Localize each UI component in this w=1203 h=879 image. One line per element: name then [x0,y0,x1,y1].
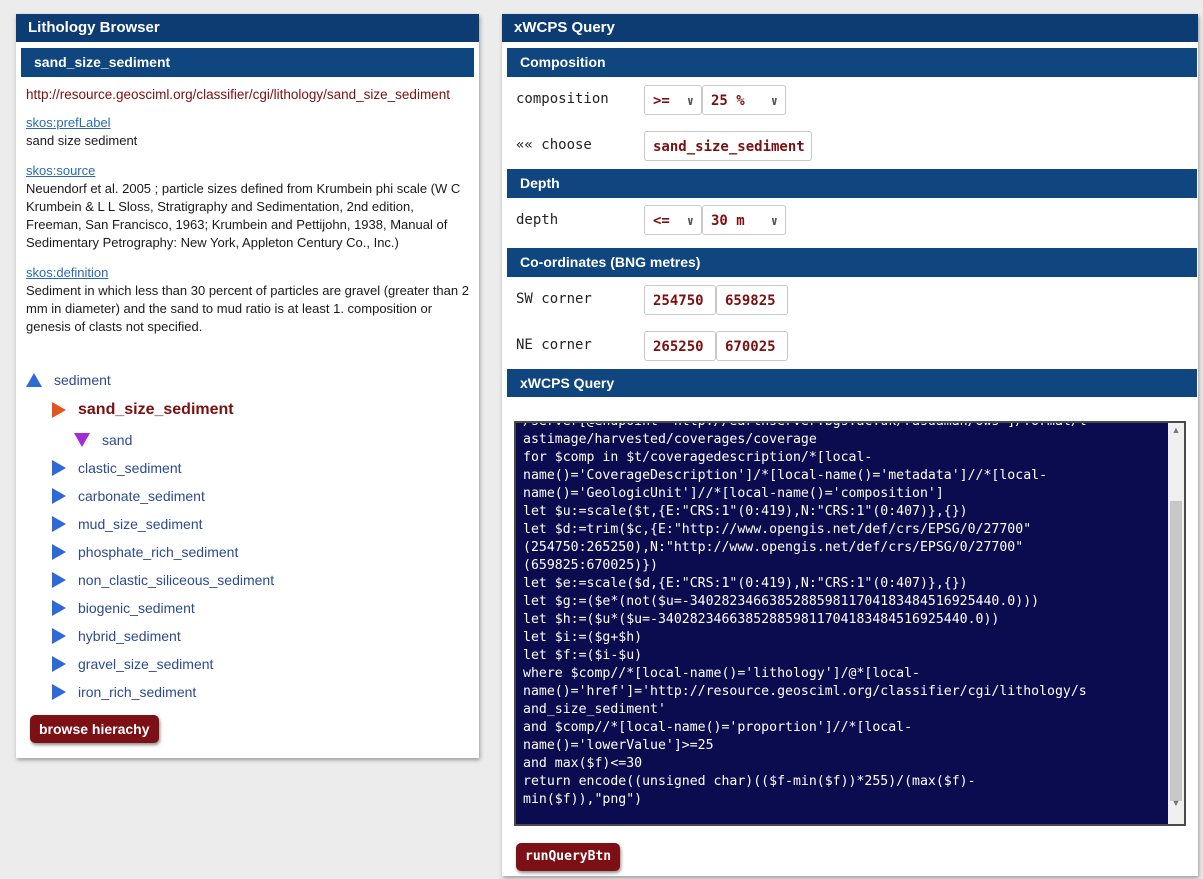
chevron-down-icon: ∨ [770,214,778,228]
triangle-right-icon [52,628,66,644]
code-scrollbar[interactable]: ▲ ▼ [1168,423,1184,824]
tree-node-sibling[interactable]: phosphate_rich_sediment [24,538,464,566]
lithology-tree: sediment sand_size_sediment sand clastic… [24,366,464,706]
ne-northing-field[interactable]: 670025 [716,331,788,361]
triangle-right-icon [52,460,66,476]
tree-node-label: sand_size_sediment [78,401,234,418]
xwcps-query-code: /server[@endpoint='http://earthserver.bg… [523,421,1087,807]
choose-label[interactable]: «« choose [516,137,592,153]
tree-node-sibling[interactable]: non_clastic_siliceous_sediment [24,566,464,594]
tree-node-label: iron_rich_sediment [78,684,197,700]
depth-section-header: Depth [507,169,1197,198]
selected-lithology-header: sand_size_sediment [21,48,474,77]
depth-row: depth <= ∨ 30 m ∨ [502,198,1198,244]
composition-operator-value: >= [653,93,670,109]
depth-value-text: 30 m [711,213,745,229]
triangle-right-icon [52,684,66,700]
triangle-right-icon [52,572,66,588]
tree-node-label: sand [102,432,133,448]
depth-label: depth [516,212,559,228]
lithology-choice-field[interactable]: sand_size_sediment [644,131,812,161]
tree-node-child[interactable]: sand [24,426,464,454]
tree-node-label: phosphate_rich_sediment [78,544,239,560]
ne-corner-row: NE corner 265250 670025 [502,323,1198,369]
sw-corner-row: SW corner 254750 659825 [502,277,1198,323]
tree-node-label: gravel_size_sediment [78,656,214,672]
triangle-up-icon [26,373,42,387]
ne-easting-field[interactable]: 265250 [644,331,716,361]
chevron-down-icon: ∨ [770,94,778,108]
triangle-right-icon [52,600,66,616]
scrollbar-thumb[interactable] [1170,501,1182,801]
composition-value-select[interactable]: 25 % ∨ [702,85,786,115]
tree-node-label: mud_size_sediment [78,516,203,532]
triangle-right-icon [52,544,66,560]
xwcps-query-textarea[interactable]: /server[@endpoint='http://earthserver.bg… [514,421,1186,826]
tree-node-label: biogenic_sediment [78,600,195,616]
composition-row: composition >= ∨ 25 % ∨ [502,77,1198,123]
run-query-button[interactable]: runQueryBtn [516,843,621,871]
lithology-browser-title: Lithology Browser [16,14,479,42]
tree-node-label: sediment [54,372,111,388]
composition-operator-select[interactable]: >= ∨ [644,85,702,115]
tree-node-sibling[interactable]: hybrid_sediment [24,622,464,650]
tree-node-selected[interactable]: sand_size_sediment [24,394,464,426]
lithology-uri[interactable]: http://resource.geosciml.org/classifier/… [26,87,479,102]
depth-value-select[interactable]: 30 m ∨ [702,205,786,235]
source-value: Neuendorf et al. 2005 ; particle sizes d… [26,181,461,250]
tree-node-sibling[interactable]: carbonate_sediment [24,482,464,510]
tree-node-sibling[interactable]: clastic_sediment [24,454,464,482]
triangle-right-icon [52,516,66,532]
xwcps-query-title: xWCPS Query [502,14,1198,42]
tree-node-label: hybrid_sediment [78,628,181,644]
pref-label-link[interactable]: skos:prefLabel [26,114,469,132]
triangle-right-icon [52,656,66,672]
tree-node-sibling[interactable]: iron_rich_sediment [24,678,464,706]
tree-node-label: non_clastic_siliceous_sediment [78,572,275,588]
sw-northing-field[interactable]: 659825 [716,285,788,315]
tree-node-sibling[interactable]: biogenic_sediment [24,594,464,622]
definition-link[interactable]: skos:definition [26,264,469,282]
composition-section-header: Composition [507,48,1197,77]
coordinates-section-header: Co-ordinates (BNG metres) [507,248,1197,277]
pref-label-block: skos:prefLabel sand size sediment [26,114,469,150]
triangle-down-icon [74,433,90,447]
choose-row: «« choose sand_size_sediment [502,123,1198,169]
depth-operator-select[interactable]: <= ∨ [644,205,702,235]
chevron-down-icon: ∨ [686,94,694,108]
scroll-down-icon[interactable]: ▼ [1168,798,1184,808]
pref-label-value: sand size sediment [26,133,138,148]
tree-node-sibling[interactable]: gravel_size_sediment [24,650,464,678]
triangle-right-icon [52,402,66,418]
lithology-browser-panel: Lithology Browser sand_size_sediment htt… [16,14,479,758]
source-link[interactable]: skos:source [26,162,469,180]
triangle-right-icon [52,488,66,504]
scroll-up-icon[interactable]: ▲ [1168,425,1184,435]
chevron-down-icon: ∨ [686,214,694,228]
ne-corner-label: NE corner [516,337,592,353]
tree-node-sibling[interactable]: mud_size_sediment [24,510,464,538]
tree-node-label: clastic_sediment [78,460,182,476]
definition-block: skos:definition Sediment in which less t… [26,264,469,336]
definition-value: Sediment in which less than 30 percent o… [26,283,469,334]
source-block: skos:source Neuendorf et al. 2005 ; part… [26,162,469,252]
tree-node-parent[interactable]: sediment [24,366,464,394]
sw-easting-field[interactable]: 254750 [644,285,716,315]
sw-corner-label: SW corner [516,291,592,307]
composition-value-text: 25 % [711,93,745,109]
xwcps-section-header: xWCPS Query [507,369,1197,397]
composition-label: composition [516,91,609,107]
browse-hierarchy-button[interactable]: browse hierachy [30,715,159,743]
depth-operator-value: <= [653,213,670,229]
tree-node-label: carbonate_sediment [78,488,205,504]
